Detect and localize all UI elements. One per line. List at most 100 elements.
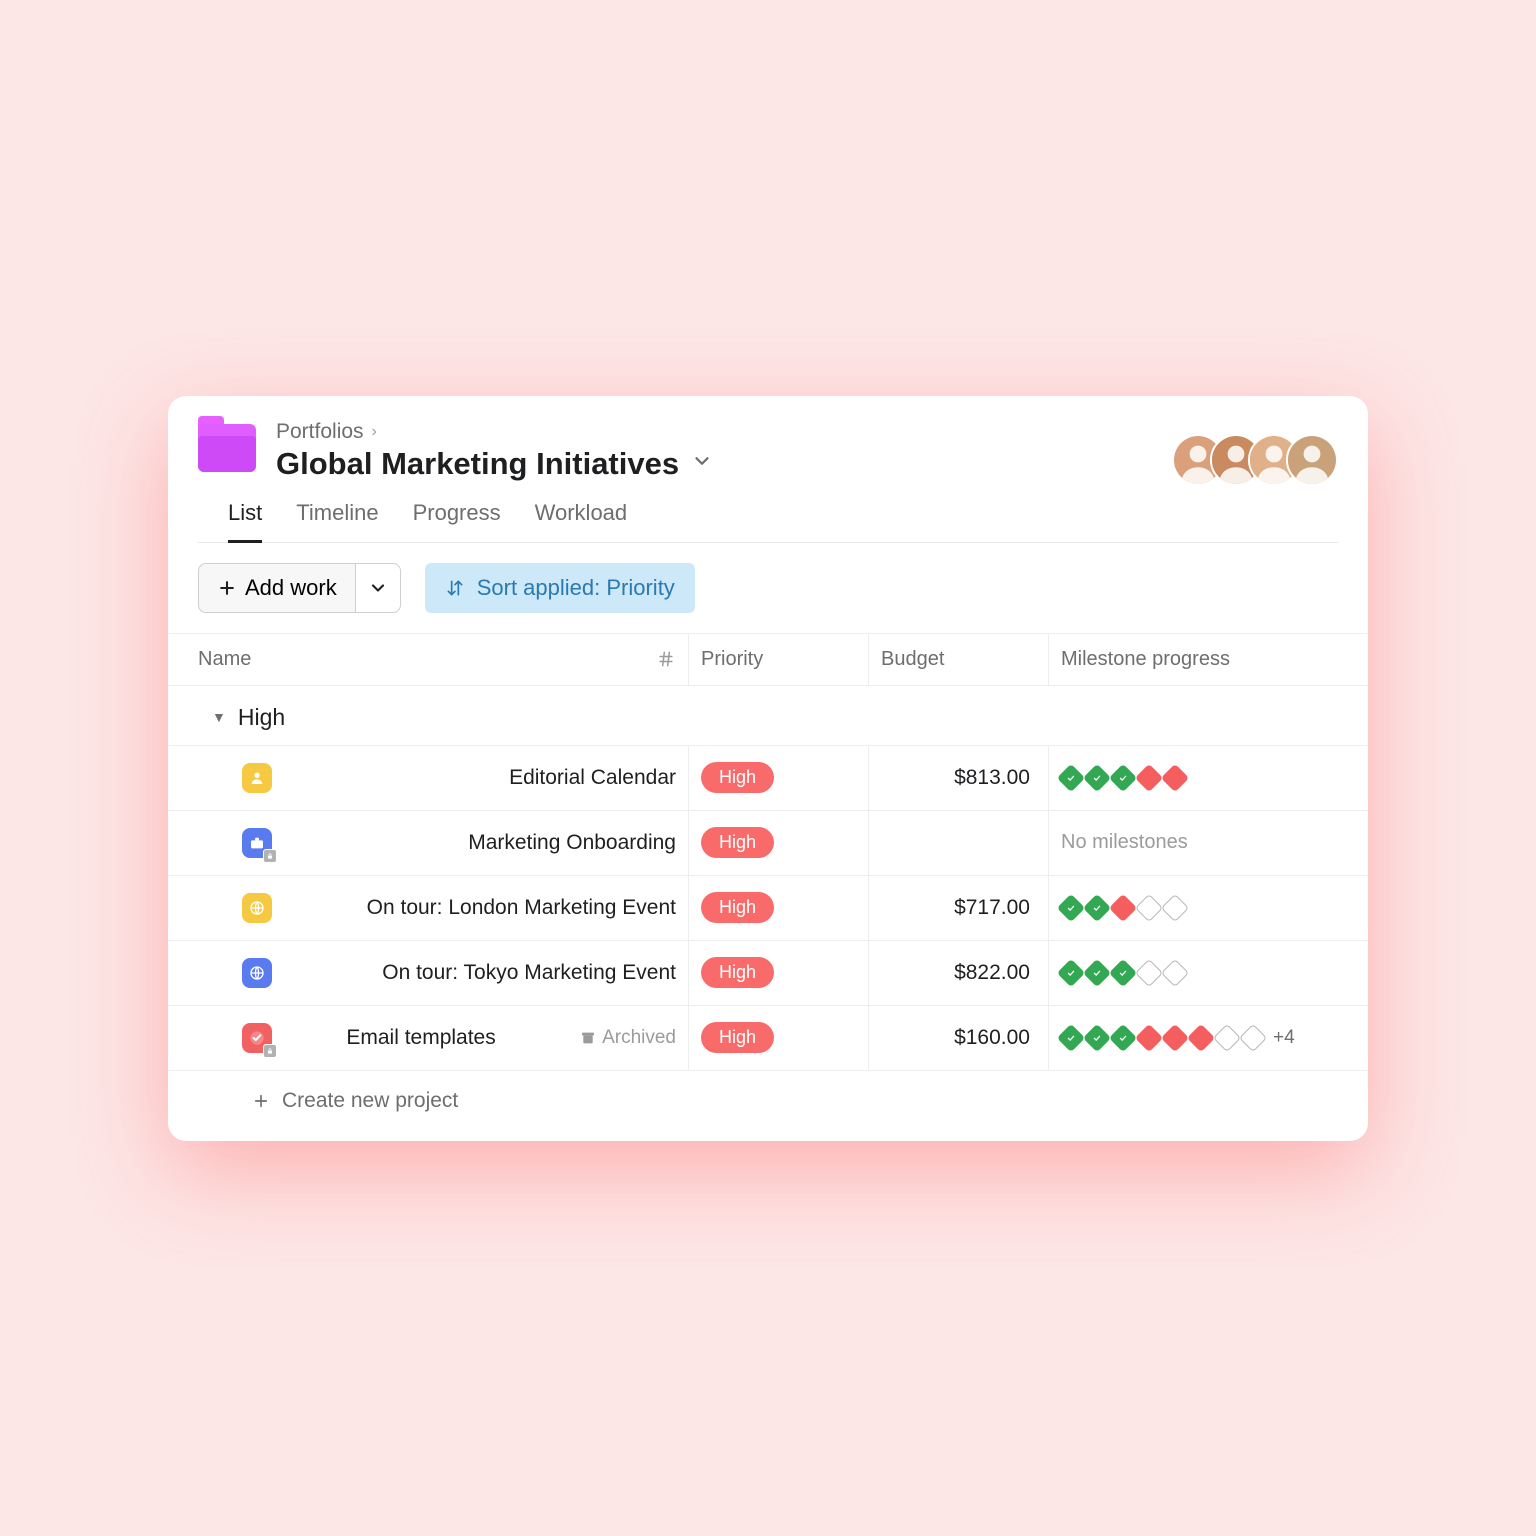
no-milestones-label: No milestones bbox=[1061, 831, 1188, 854]
cell-priority[interactable]: High bbox=[688, 876, 868, 940]
cell-budget[interactable]: $822.00 bbox=[868, 941, 1048, 1005]
collapse-icon[interactable]: ▼ bbox=[212, 709, 226, 725]
add-work-group: Add work bbox=[198, 563, 401, 613]
table-row[interactable]: On tour: Tokyo Marketing Event High $822.0… bbox=[168, 940, 1368, 1005]
tab-workload[interactable]: Workload bbox=[535, 500, 628, 542]
globe-icon bbox=[242, 958, 272, 988]
cell-budget[interactable] bbox=[868, 811, 1048, 875]
check-icon bbox=[242, 1023, 272, 1053]
milestone-open-icon bbox=[1161, 893, 1189, 921]
milestone-more[interactable]: +4 bbox=[1273, 1027, 1295, 1049]
table-row[interactable]: On tour: London Marketing Event High $717.… bbox=[168, 875, 1368, 940]
tab-progress[interactable]: Progress bbox=[413, 500, 501, 542]
project-name[interactable]: On tour: Tokyo Marketing Event bbox=[382, 961, 676, 985]
chevron-down-icon bbox=[368, 578, 388, 598]
tabs: List Timeline Progress Workload bbox=[198, 482, 1338, 543]
table-header: Name Priority Budget Milestone progress bbox=[168, 633, 1368, 686]
cell-priority[interactable]: High bbox=[688, 811, 868, 875]
lock-icon bbox=[263, 849, 277, 863]
col-milestones-header[interactable]: Milestone progress bbox=[1048, 634, 1368, 685]
project-name[interactable]: On tour: London Marketing Event bbox=[367, 896, 676, 920]
milestone-green-icon bbox=[1109, 763, 1137, 791]
cell-milestones[interactable]: No milestones bbox=[1048, 811, 1368, 875]
table-row[interactable]: Marketing Onboarding High No milestones bbox=[168, 810, 1368, 875]
create-project-button[interactable]: Create new project bbox=[168, 1070, 1368, 1141]
cell-priority[interactable]: High bbox=[688, 746, 868, 810]
briefcase-icon bbox=[242, 828, 272, 858]
col-name-header[interactable]: Name bbox=[168, 634, 688, 685]
project-name[interactable]: Marketing Onboarding bbox=[468, 831, 676, 855]
milestone-green-icon bbox=[1057, 763, 1085, 791]
header: Portfolios › Global Marketing Initiative… bbox=[168, 396, 1368, 543]
plus-icon bbox=[252, 1092, 270, 1110]
group-header[interactable]: ▼ High bbox=[168, 686, 1368, 745]
milestone-green-icon bbox=[1083, 893, 1111, 921]
cell-budget[interactable]: $160.00 bbox=[868, 1006, 1048, 1070]
table-row[interactable]: Editorial Calendar High $813.00 bbox=[168, 745, 1368, 810]
tab-timeline[interactable]: Timeline bbox=[296, 500, 378, 542]
portfolio-card: Portfolios › Global Marketing Initiative… bbox=[168, 396, 1368, 1141]
group-label: High bbox=[238, 704, 285, 731]
chevron-right-icon: › bbox=[372, 423, 377, 441]
milestone-open-icon bbox=[1213, 1023, 1241, 1051]
cell-milestones[interactable]: +4 bbox=[1048, 1006, 1368, 1070]
chevron-down-icon[interactable] bbox=[691, 450, 713, 478]
cell-name: Email templatesArchived bbox=[168, 1006, 688, 1070]
milestone-green-icon bbox=[1057, 893, 1085, 921]
plus-icon bbox=[217, 578, 237, 598]
user-icon bbox=[242, 763, 272, 793]
milestone-green-icon bbox=[1083, 1023, 1111, 1051]
page-title[interactable]: Global Marketing Initiatives bbox=[276, 446, 679, 482]
hash-icon bbox=[656, 649, 676, 669]
sort-icon bbox=[445, 578, 465, 598]
folder-icon bbox=[198, 424, 256, 472]
cell-milestones[interactable] bbox=[1048, 941, 1368, 1005]
sort-label: Sort applied: Priority bbox=[477, 575, 675, 601]
lock-icon bbox=[263, 1044, 277, 1058]
cell-name: Editorial Calendar bbox=[168, 746, 688, 810]
cell-name: On tour: Tokyo Marketing Event bbox=[168, 941, 688, 1005]
cell-milestones[interactable] bbox=[1048, 876, 1368, 940]
milestone-green-icon bbox=[1109, 958, 1137, 986]
priority-pill: High bbox=[701, 892, 774, 923]
toolbar: Add work Sort applied: Priority bbox=[168, 543, 1368, 633]
milestone-open-icon bbox=[1135, 893, 1163, 921]
milestone-red-icon bbox=[1135, 1023, 1163, 1051]
milestone-green-icon bbox=[1083, 958, 1111, 986]
priority-pill: High bbox=[701, 957, 774, 988]
add-work-label: Add work bbox=[245, 575, 337, 601]
milestone-red-icon bbox=[1109, 893, 1137, 921]
cell-name: Marketing Onboarding bbox=[168, 811, 688, 875]
add-work-button[interactable]: Add work bbox=[198, 563, 356, 613]
col-priority-header[interactable]: Priority bbox=[688, 634, 868, 685]
milestone-open-icon bbox=[1135, 958, 1163, 986]
cell-priority[interactable]: High bbox=[688, 1006, 868, 1070]
milestone-open-icon bbox=[1239, 1023, 1267, 1051]
avatar[interactable] bbox=[1286, 434, 1338, 486]
breadcrumb-root[interactable]: Portfolios bbox=[276, 420, 364, 444]
milestone-red-icon bbox=[1161, 1023, 1189, 1051]
col-budget-header[interactable]: Budget bbox=[868, 634, 1048, 685]
cell-budget[interactable]: $813.00 bbox=[868, 746, 1048, 810]
project-name[interactable]: Editorial Calendar bbox=[509, 766, 676, 790]
priority-pill: High bbox=[701, 762, 774, 793]
cell-priority[interactable]: High bbox=[688, 941, 868, 1005]
milestone-red-icon bbox=[1161, 763, 1189, 791]
table-row[interactable]: Email templatesArchived High $160.00 +4 bbox=[168, 1005, 1368, 1070]
cell-budget[interactable]: $717.00 bbox=[868, 876, 1048, 940]
globe-icon bbox=[242, 893, 272, 923]
add-work-dropdown[interactable] bbox=[356, 563, 401, 613]
project-name[interactable]: Email templates bbox=[346, 1026, 495, 1050]
milestone-green-icon bbox=[1057, 958, 1085, 986]
tab-list[interactable]: List bbox=[228, 500, 262, 543]
milestone-red-icon bbox=[1135, 763, 1163, 791]
milestone-open-icon bbox=[1161, 958, 1189, 986]
cell-milestones[interactable] bbox=[1048, 746, 1368, 810]
member-avatars[interactable] bbox=[1172, 434, 1338, 486]
cell-name: On tour: London Marketing Event bbox=[168, 876, 688, 940]
priority-pill: High bbox=[701, 827, 774, 858]
priority-pill: High bbox=[701, 1022, 774, 1053]
milestone-green-icon bbox=[1083, 763, 1111, 791]
milestone-green-icon bbox=[1109, 1023, 1137, 1051]
sort-chip[interactable]: Sort applied: Priority bbox=[425, 563, 695, 613]
